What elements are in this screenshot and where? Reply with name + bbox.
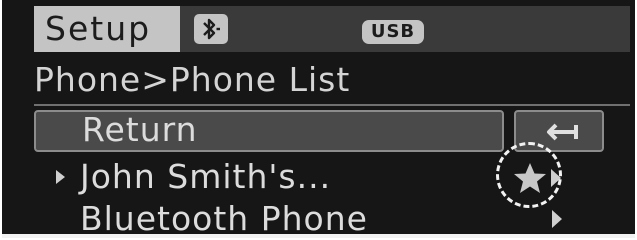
arrow-right-icon[interactable] — [552, 210, 562, 228]
bluetooth-icon — [194, 14, 228, 44]
current-item-pointer-icon — [56, 170, 65, 184]
header-bar: Setup USB — [34, 6, 630, 52]
screen-title: Setup — [34, 6, 180, 52]
list-item-label: Return — [82, 110, 198, 149]
list-item-return[interactable]: Return — [34, 110, 504, 152]
list-item-label: Bluetooth Phone — [80, 199, 368, 238]
divider — [34, 104, 630, 106]
list-item-john-smith[interactable]: John Smith's... — [34, 157, 504, 199]
usb-badge: USB — [362, 20, 424, 44]
bottom-border — [2, 234, 635, 238]
list-item-bluetooth-phone[interactable]: Bluetooth Phone — [34, 199, 504, 238]
breadcrumb: Phone>Phone List — [34, 60, 351, 99]
highlight-circle — [496, 142, 562, 208]
head-unit-screen: Setup USB Phone>Phone List Return John S… — [2, 0, 635, 238]
list-item-label: John Smith's... — [80, 157, 332, 196]
